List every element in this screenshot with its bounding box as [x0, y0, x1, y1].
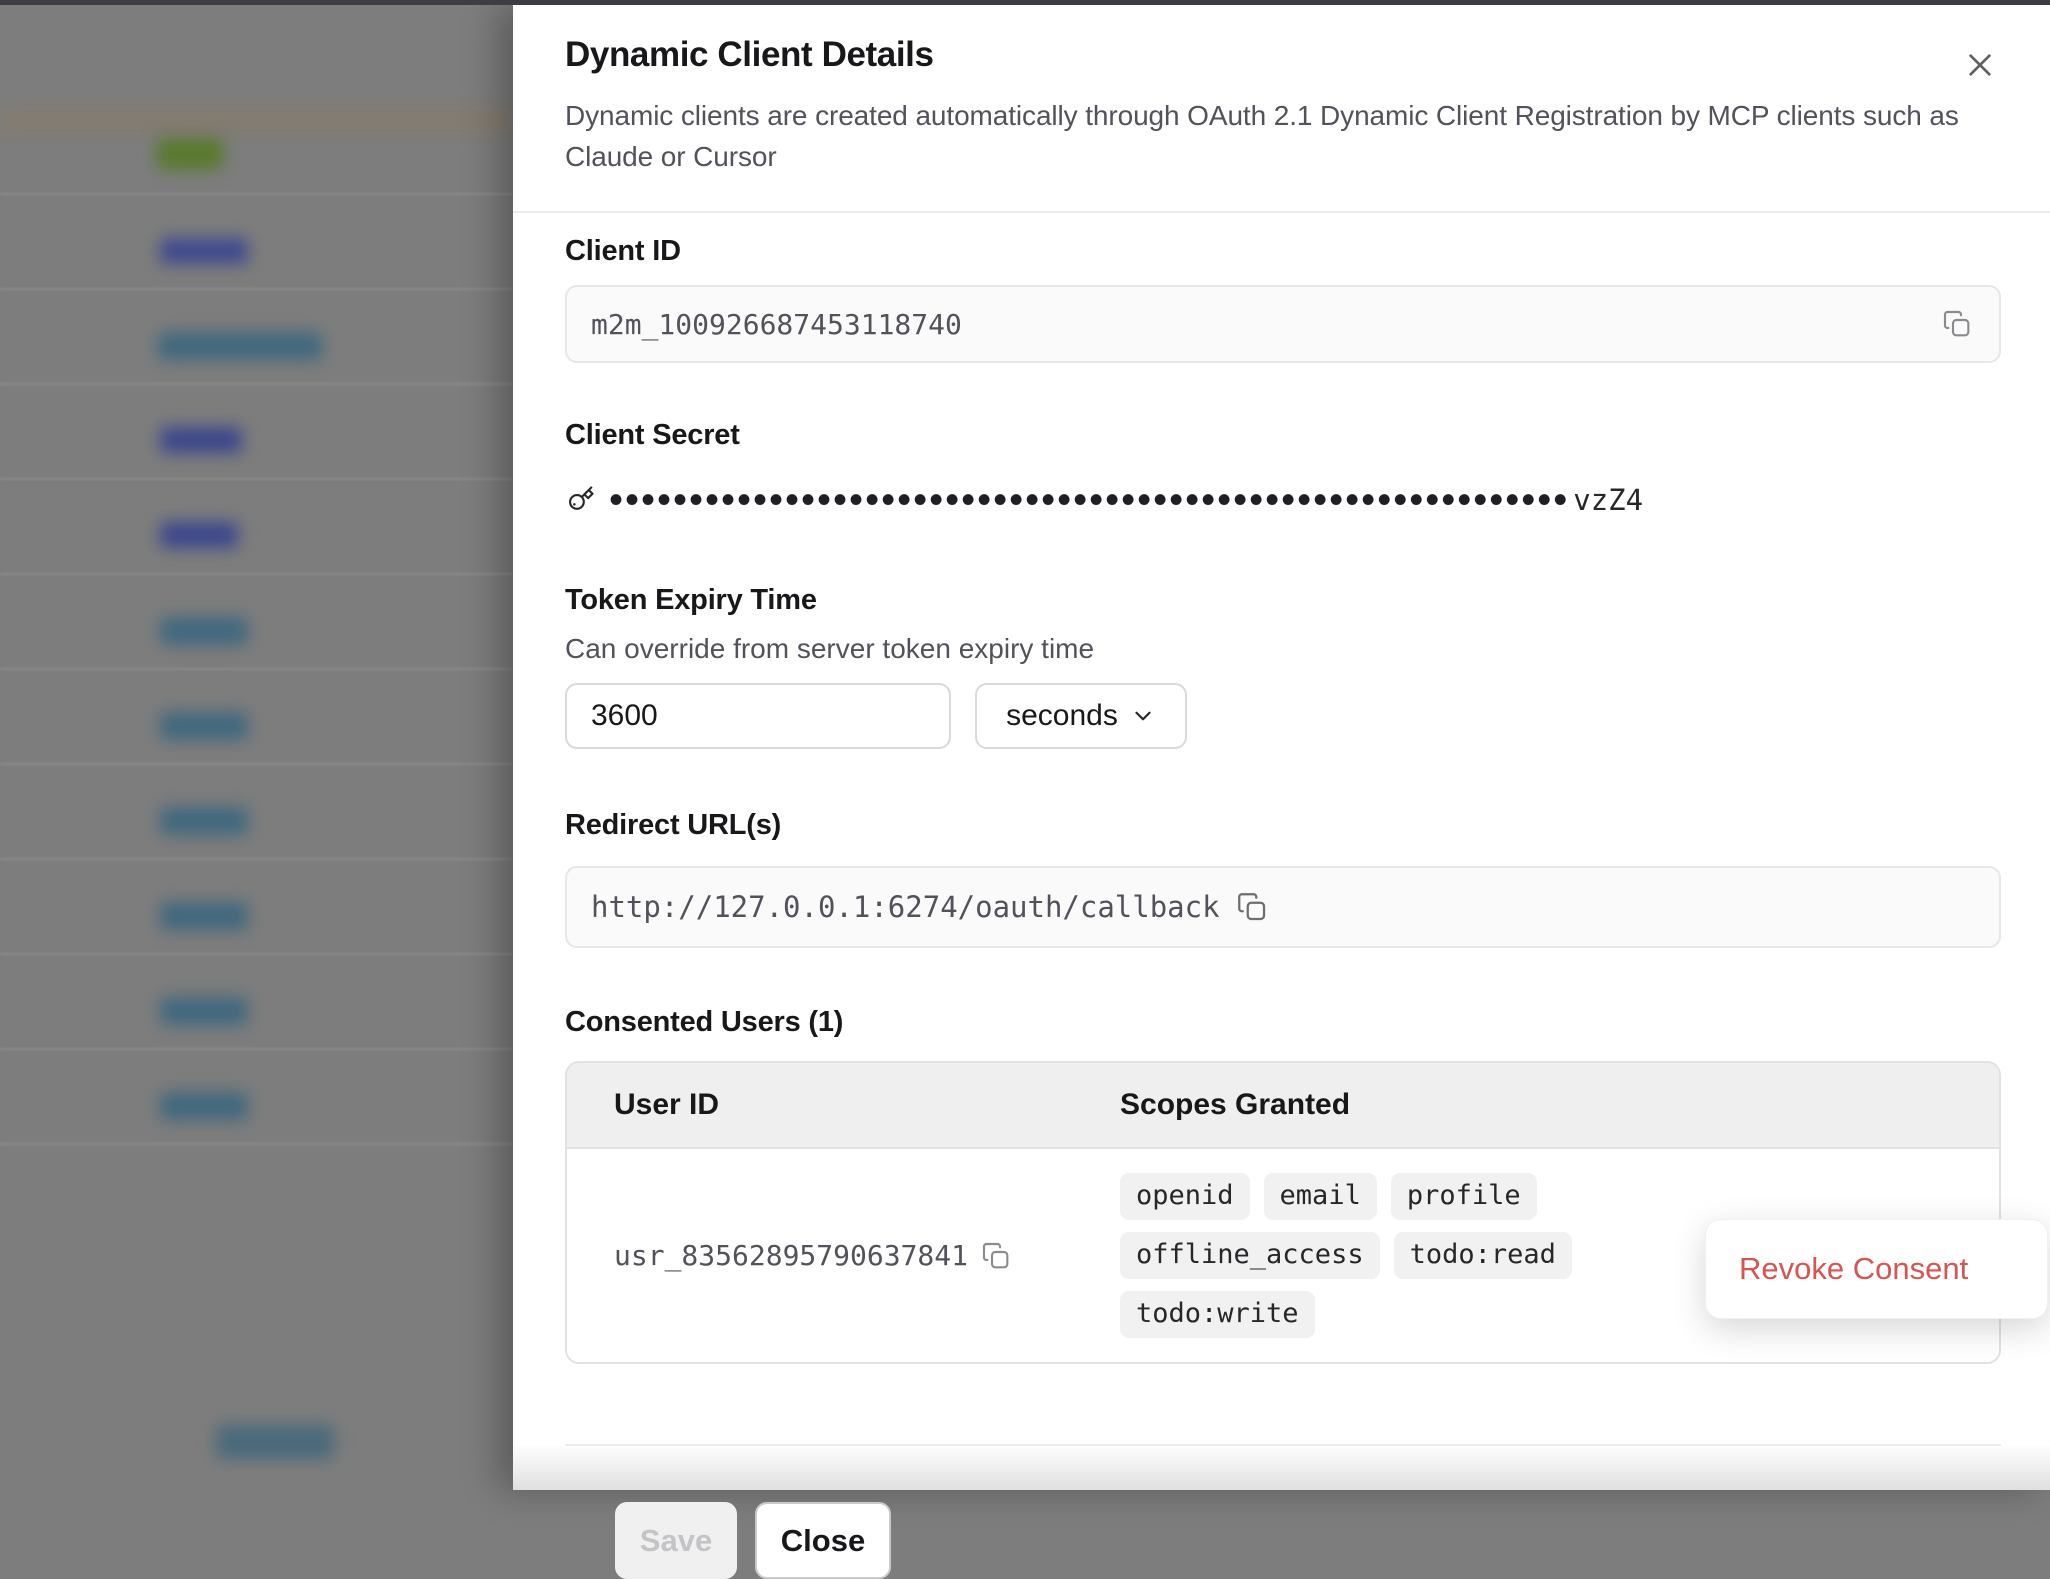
- window-top-bar: [0, 0, 2050, 5]
- scope-badge: openid: [1120, 1173, 1250, 1220]
- client-secret-label: Client Secret: [565, 419, 2001, 452]
- dynamic-client-details-dialog: Dynamic Client Details Dynamic clients a…: [513, 5, 2050, 1490]
- token-expiry-unit-select[interactable]: seconds: [975, 683, 1187, 749]
- table-header-row: User ID Scopes Granted: [567, 1063, 1999, 1149]
- scope-badge: profile: [1391, 1173, 1537, 1220]
- scope-badge: todo:write: [1120, 1291, 1315, 1338]
- column-header-user-id: User ID: [567, 1088, 1120, 1122]
- scope-badge: todo:read: [1394, 1232, 1572, 1279]
- blurred-background-item: [160, 617, 248, 645]
- blurred-background-item: [160, 1092, 248, 1120]
- blurred-background-item: [160, 902, 248, 930]
- background-row-divider: [0, 858, 513, 860]
- blurred-background-item: [160, 997, 248, 1025]
- redirect-url-value: http://127.0.0.1:6274/oauth/callback: [591, 890, 1220, 924]
- user-id-cell: usr_83562895790637841: [567, 1234, 1120, 1278]
- scope-badge: email: [1264, 1173, 1377, 1220]
- chevron-down-icon: [1130, 703, 1156, 729]
- token-expiry-label: Token Expiry Time: [565, 584, 2001, 617]
- row-actions-menu: Revoke Consent: [1705, 1219, 2048, 1319]
- copy-icon: [1941, 308, 1973, 340]
- copy-icon: [980, 1240, 1012, 1272]
- consented-users-label: Consented Users (1): [565, 1006, 2001, 1039]
- blurred-background-item: [160, 807, 248, 835]
- token-expiry-controls: seconds: [565, 683, 2001, 749]
- background-row-divider: [0, 1143, 513, 1145]
- client-id-field: m2m_100926687453118740: [565, 285, 2001, 363]
- blurred-background-item: [160, 238, 248, 264]
- token-expiry-input[interactable]: [565, 683, 951, 749]
- background-row-divider: [0, 953, 513, 955]
- client-id-value: m2m_100926687453118740: [591, 308, 962, 341]
- dialog-footer: Save Close: [565, 1444, 2001, 1579]
- save-button[interactable]: Save: [615, 1502, 737, 1579]
- revoke-consent-menu-item[interactable]: Revoke Consent: [1739, 1251, 1968, 1287]
- blurred-background-item: [0, 108, 513, 134]
- copy-user-id-button[interactable]: [974, 1234, 1018, 1278]
- client-id-label: Client ID: [565, 235, 2001, 268]
- background-row-divider: [0, 478, 513, 480]
- background-row-divider: [0, 763, 513, 765]
- blurred-background-item: [156, 138, 224, 170]
- user-id-value: usr_83562895790637841: [614, 1239, 968, 1272]
- background-row-divider: [0, 1048, 513, 1050]
- scope-badge: offline_access: [1120, 1232, 1380, 1279]
- dialog-description: Dynamic clients are created automaticall…: [565, 95, 1998, 177]
- close-dialog-button[interactable]: [1958, 43, 2002, 87]
- background-row-divider: [0, 573, 513, 575]
- client-secret-suffix: vzZ4: [1573, 483, 1643, 517]
- redirect-url-field: http://127.0.0.1:6274/oauth/callback: [565, 866, 2001, 948]
- background-row-divider: [0, 383, 513, 385]
- client-secret-row: ••••••••••••••••••••••••••••••••••••••••…: [565, 478, 2001, 522]
- close-icon: [1964, 49, 1996, 81]
- close-button[interactable]: Close: [755, 1502, 891, 1579]
- blurred-background-item: [158, 332, 322, 360]
- blurred-background-item: [216, 1425, 334, 1459]
- copy-client-id-button[interactable]: [1935, 302, 1979, 346]
- background-row-divider: [0, 193, 513, 195]
- blurred-background-item: [160, 712, 248, 740]
- dialog-title: Dynamic Client Details: [565, 35, 1998, 75]
- blurred-background-item: [160, 522, 238, 548]
- copy-redirect-url-button[interactable]: [1230, 885, 1274, 929]
- copy-icon: [1235, 890, 1269, 924]
- key-icon: [565, 485, 595, 515]
- dialog-header: Dynamic Client Details Dynamic clients a…: [513, 5, 2050, 213]
- client-secret-masked-value: ••••••••••••••••••••••••••••••••••••••••…: [609, 485, 1569, 515]
- column-header-scopes: Scopes Granted: [1120, 1088, 1999, 1122]
- blurred-background-item: [160, 427, 242, 453]
- redirect-urls-label: Redirect URL(s): [565, 809, 2001, 842]
- token-expiry-helper: Can override from server token expiry ti…: [565, 633, 2001, 665]
- dialog-body: Client ID m2m_100926687453118740 Client …: [513, 235, 2050, 1579]
- background-row-divider: [0, 288, 513, 290]
- background-row-divider: [0, 668, 513, 670]
- token-expiry-unit-value: seconds: [1006, 699, 1118, 733]
